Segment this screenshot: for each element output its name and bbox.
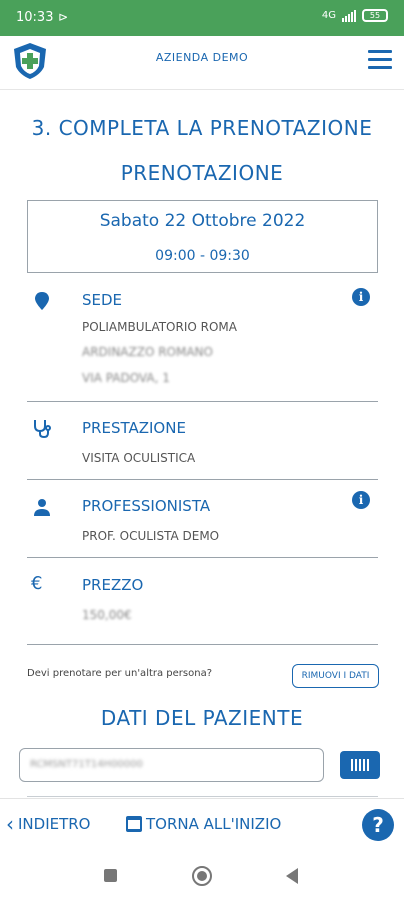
doctor-icon [31, 496, 53, 518]
network-icon: 4G [321, 10, 336, 21]
prestazione-label: PRESTAZIONE [82, 419, 186, 437]
back-label: INDIETRO [18, 815, 91, 833]
status-icons: 4G 55 [322, 9, 388, 22]
status-time: 10:33 [16, 10, 54, 25]
app-header: AZIENDA DEMO [0, 36, 404, 90]
tax-code-value: RCMSNT71T14H00000 [30, 759, 143, 770]
status-bar: 10:33 ⊳ 4G 55 [0, 0, 404, 36]
prezzo-section: € PREZZO 150,00€ [27, 558, 378, 645]
appointment-date: Sabato 22 Ottobre 2022 [99, 211, 306, 231]
remove-data-button[interactable]: RIMUOVI I DATI [292, 664, 379, 688]
appointment-box: Sabato 22 Ottobre 2022 09:00 - 09:30 [27, 200, 378, 273]
back-button[interactable]: ‹ INDIETRO [6, 812, 91, 836]
sede-line-2: ARDINAZZO ROMANO [82, 345, 213, 359]
chevron-left-icon: ‹ [6, 812, 14, 836]
menu-icon[interactable] [368, 50, 392, 72]
sede-section: SEDE i POLIAMBULATORIO ROMA ARDINAZZO RO… [27, 280, 378, 402]
system-nav-bar [0, 852, 404, 900]
company-name: AZIENDA DEMO [155, 51, 249, 64]
euro-icon: € [31, 573, 43, 594]
cast-icon: ⊳ [58, 10, 69, 24]
sede-line-1: POLIAMBULATORIO ROMA [82, 320, 237, 334]
professionista-value: PROF. OCULISTA DEMO [82, 529, 220, 543]
booking-summary[interactable]: 3. COMPLETA LA PRENOTAZIONE PRENOTAZIONE… [0, 90, 404, 798]
section-title: PRENOTAZIONE [120, 161, 284, 185]
stethoscope-icon [31, 417, 53, 439]
home-icon[interactable] [192, 866, 212, 886]
sede-label: SEDE [82, 291, 123, 309]
recents-icon[interactable] [104, 869, 117, 882]
sede-line-3: VIA PADOVA, 1 [82, 371, 170, 385]
restart-label: TORNA ALL'INIZIO [146, 815, 282, 833]
tax-code-input[interactable]: RCMSNT71T14H00000 [19, 748, 324, 782]
prestazione-section: PRESTAZIONE VISITA OCULISTICA [27, 402, 378, 480]
professionista-section: PROFESSIONISTA i PROF. OCULISTA DEMO [27, 480, 378, 558]
professionista-label: PROFESSIONISTA [82, 497, 211, 515]
prezzo-value: 150,00€ [82, 608, 132, 622]
barcode-icon [351, 759, 369, 771]
calendar-icon [126, 816, 142, 832]
professionista-info-icon[interactable]: i [352, 491, 370, 509]
step-title: 3. COMPLETA LA PRENOTAZIONE [31, 116, 373, 140]
patient-data-title: DATI DEL PAZIENTE [100, 706, 304, 730]
battery-icon: 55 [362, 9, 388, 22]
signal-icon [342, 9, 356, 22]
barcode-scan-button[interactable] [340, 751, 380, 779]
appointment-time: 09:00 - 09:30 [155, 248, 250, 264]
prestazione-value: VISITA OCULISTICA [82, 451, 196, 465]
bottom-nav: ‹ INDIETRO TORNA ALL'INIZIO ? [0, 798, 404, 852]
back-triangle-icon[interactable] [286, 868, 298, 884]
other-person-question: Devi prenotare per un'altra persona? [27, 668, 213, 679]
location-pin-icon [31, 290, 53, 312]
restart-button[interactable]: TORNA ALL'INIZIO [126, 815, 281, 833]
battery-level: 55 [369, 11, 381, 20]
prezzo-label: PREZZO [82, 576, 144, 594]
divider [27, 796, 378, 797]
sede-name: POLIAMBULATORIO ROMA [82, 320, 237, 334]
help-button[interactable]: ? [362, 809, 394, 841]
sede-info-icon[interactable]: i [352, 288, 370, 306]
